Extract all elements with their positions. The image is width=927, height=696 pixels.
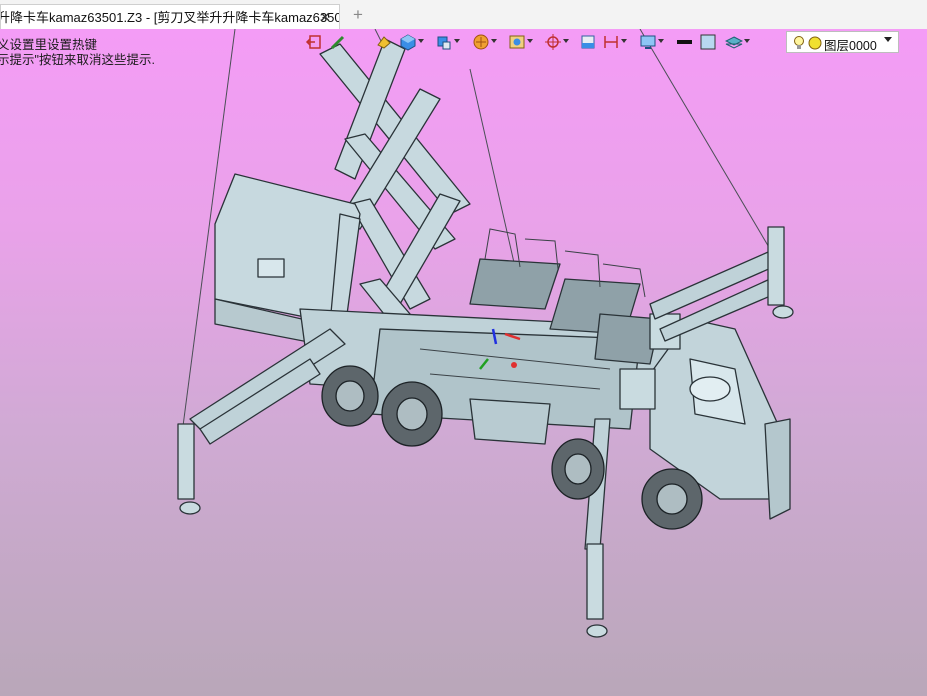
- dimension-icon[interactable]: [600, 30, 628, 54]
- view-orientation-icon[interactable]: [433, 30, 461, 54]
- document-tab-bar: 升降卡车kamaz63501.Z3 - [剪刀叉举升升降卡车kamaz63501…: [0, 0, 927, 30]
- lightbulb-icon: [794, 36, 804, 49]
- document-tab-title: 升降卡车kamaz63501.Z3 - [剪刀叉举升升降卡车kamaz63501…: [0, 10, 340, 25]
- render-style-icon[interactable]: [470, 30, 498, 54]
- shaded-cube-icon[interactable]: [397, 30, 425, 54]
- screen-display-icon[interactable]: [637, 30, 665, 54]
- view-sketch-icon[interactable]: [327, 30, 355, 54]
- fill-color-icon[interactable]: [697, 30, 725, 54]
- camera-icon[interactable]: [506, 30, 534, 54]
- 3d-viewport[interactable]: 义设置里设置热键 示提示"按钮来取消这些提示. 图层0000: [0, 29, 927, 696]
- chevron-down-icon: [884, 37, 892, 42]
- hint-line-2: 示提示"按钮来取消这些提示.: [0, 53, 155, 67]
- snap-target-icon[interactable]: [542, 30, 570, 54]
- view-toolbar: 图层0000: [303, 30, 903, 54]
- layer-name: 图层0000: [824, 39, 877, 53]
- layer-stack-icon[interactable]: [723, 30, 751, 54]
- layer-dropdown[interactable]: 图层0000: [786, 31, 899, 53]
- plus-icon[interactable]: +: [349, 4, 367, 26]
- document-tab[interactable]: 升降卡车kamaz63501.Z3 - [剪刀叉举升升降卡车kamaz63501…: [0, 4, 340, 29]
- layer-color-icon: [808, 36, 822, 50]
- scissor-lift-truck-model: [177, 29, 794, 638]
- close-icon[interactable]: ✕: [319, 5, 331, 29]
